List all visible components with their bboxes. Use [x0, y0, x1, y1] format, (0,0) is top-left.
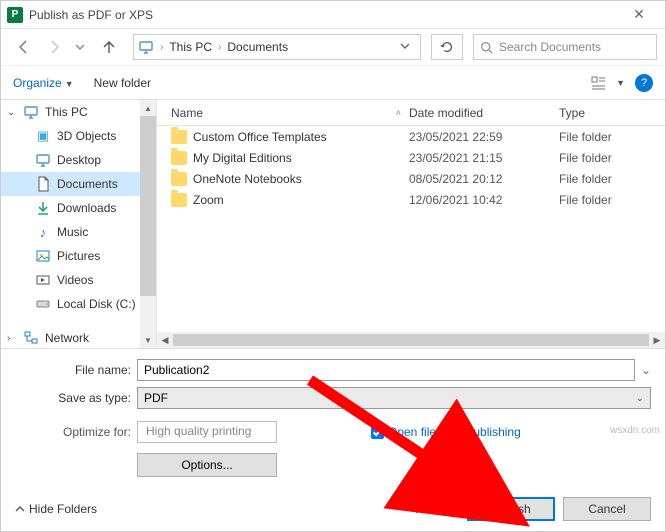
main-area: ⌄ This PC ▣ 3D Objects Desktop Documents: [1, 99, 665, 348]
saveastype-label: Save as type:: [15, 391, 131, 405]
scroll-down-icon[interactable]: ▼: [140, 332, 156, 348]
sidebar-documents[interactable]: Documents: [1, 172, 140, 196]
titlebar: P Publish as PDF or XPS ✕: [1, 1, 665, 29]
sidebar-local-disk[interactable]: Local Disk (C:): [1, 292, 140, 316]
new-folder-button[interactable]: New folder: [94, 76, 151, 90]
scroll-thumb[interactable]: [140, 116, 156, 296]
sidebar-videos[interactable]: Videos: [1, 268, 140, 292]
arrow-left-icon: [15, 39, 31, 55]
network-icon: [23, 330, 39, 346]
sidebar-3d-objects[interactable]: ▣ 3D Objects: [1, 124, 140, 148]
sidebar-desktop[interactable]: Desktop: [1, 148, 140, 172]
sidebar-pictures[interactable]: Pictures: [1, 244, 140, 268]
cube-icon: ▣: [35, 128, 51, 144]
saveastype-combo[interactable]: PDF ⌄: [137, 387, 651, 409]
recent-dropdown[interactable]: [73, 34, 87, 60]
folder-icon: [171, 193, 187, 207]
folder-icon: [171, 172, 187, 186]
back-button[interactable]: [9, 34, 37, 60]
download-icon: [35, 200, 51, 216]
watermark: wsxdn.com: [610, 425, 660, 436]
folder-icon: [171, 151, 187, 165]
filename-label: File name:: [15, 363, 131, 377]
refresh-button[interactable]: [431, 34, 463, 60]
form-area: File name: ⌄ Save as type: PDF ⌄ Optimiz…: [1, 348, 665, 487]
open-after-checkbox[interactable]: Open file after publishing: [371, 425, 521, 439]
folder-icon: [171, 130, 187, 144]
chevron-down-icon: [400, 41, 410, 51]
breadcrumb-sep: ›: [216, 42, 223, 53]
horizontal-scrollbar[interactable]: ◀ ▶: [157, 332, 665, 348]
cancel-button[interactable]: Cancel: [563, 497, 651, 521]
video-icon: [35, 272, 51, 288]
breadcrumb-sep: ›: [158, 42, 165, 53]
command-toolbar: Organize▼ New folder ▼ ?: [1, 65, 665, 99]
arrow-up-icon: [101, 39, 117, 55]
sort-asc-icon: ˄: [396, 108, 401, 118]
search-box[interactable]: Search Documents: [473, 34, 657, 60]
sidebar-downloads[interactable]: Downloads: [1, 196, 140, 220]
list-item[interactable]: My Digital Editions 23/05/2021 21:15 Fil…: [157, 147, 665, 168]
filename-dropdown[interactable]: ⌄: [641, 363, 651, 377]
help-button[interactable]: ?: [635, 74, 653, 92]
sidebar-network[interactable]: › Network: [1, 326, 140, 348]
disk-icon: [35, 296, 51, 312]
chevron-down-icon: ⌄: [636, 393, 644, 404]
scroll-right-icon[interactable]: ▶: [649, 332, 665, 348]
forward-button[interactable]: [41, 34, 69, 60]
list-headers: Name˄ Date modified Type: [157, 100, 665, 126]
dialog-footer: Hide Folders Tools▼ Publish Cancel: [1, 487, 665, 531]
optimize-value: High quality printing: [137, 421, 277, 443]
picture-icon: [35, 248, 51, 264]
refresh-icon: [440, 40, 454, 54]
breadcrumb-documents[interactable]: Documents: [223, 38, 292, 56]
organize-menu[interactable]: Organize▼: [13, 76, 74, 90]
publish-button[interactable]: Publish: [467, 497, 555, 521]
filename-input[interactable]: [137, 359, 635, 381]
close-button[interactable]: ✕: [619, 6, 659, 23]
sidebar-music[interactable]: ♪ Music: [1, 220, 140, 244]
desktop-icon: [35, 152, 51, 168]
search-icon: [480, 41, 493, 54]
header-name[interactable]: Name˄: [157, 106, 409, 120]
arrow-right-icon: [47, 39, 63, 55]
hide-folders-button[interactable]: Hide Folders: [15, 502, 97, 516]
view-icon: [591, 76, 611, 90]
scroll-up-icon[interactable]: ▲: [140, 100, 156, 116]
expand-icon: ⌄: [7, 107, 17, 118]
expand-icon: ›: [7, 333, 17, 344]
monitor-icon: [138, 39, 154, 55]
header-date[interactable]: Date modified: [409, 106, 559, 120]
address-dropdown[interactable]: [394, 40, 416, 54]
list-item[interactable]: Custom Office Templates 23/05/2021 22:59…: [157, 126, 665, 147]
chevron-down-icon: [75, 42, 85, 52]
view-mode-button[interactable]: ▼: [591, 76, 625, 90]
nav-sidebar: ⌄ This PC ▣ 3D Objects Desktop Documents: [1, 100, 157, 348]
checkbox-input[interactable]: [371, 426, 384, 439]
monitor-icon: [23, 104, 39, 120]
list-item[interactable]: Zoom 12/06/2021 10:42 File folder: [157, 189, 665, 210]
scroll-left-icon[interactable]: ◀: [157, 332, 173, 348]
tools-menu[interactable]: Tools▼: [413, 502, 453, 516]
sidebar-this-pc[interactable]: ⌄ This PC: [1, 100, 140, 124]
window-title: Publish as PDF or XPS: [29, 8, 619, 22]
options-button[interactable]: Options...: [137, 453, 277, 477]
optimize-label: Optimize for:: [15, 425, 131, 439]
address-bar[interactable]: › This PC › Documents: [133, 34, 421, 60]
nav-toolbar: › This PC › Documents Search Documents: [1, 29, 665, 65]
publisher-app-icon: P: [7, 7, 23, 23]
music-icon: ♪: [35, 224, 51, 240]
document-icon: [35, 176, 51, 192]
search-placeholder: Search Documents: [499, 40, 601, 54]
sidebar-scrollbar[interactable]: ▲ ▼: [140, 100, 156, 348]
list-item[interactable]: OneNote Notebooks 08/05/2021 20:12 File …: [157, 168, 665, 189]
file-list: Name˄ Date modified Type Custom Office T…: [157, 100, 665, 348]
dialog-window: P Publish as PDF or XPS ✕ › This PC › Do…: [0, 0, 666, 532]
up-button[interactable]: [95, 34, 123, 60]
header-type[interactable]: Type: [559, 106, 659, 120]
scroll-thumb[interactable]: [173, 334, 649, 346]
breadcrumb-pc[interactable]: This PC: [165, 38, 216, 56]
list-body: Custom Office Templates 23/05/2021 22:59…: [157, 126, 665, 332]
chevron-up-icon: [15, 504, 25, 514]
